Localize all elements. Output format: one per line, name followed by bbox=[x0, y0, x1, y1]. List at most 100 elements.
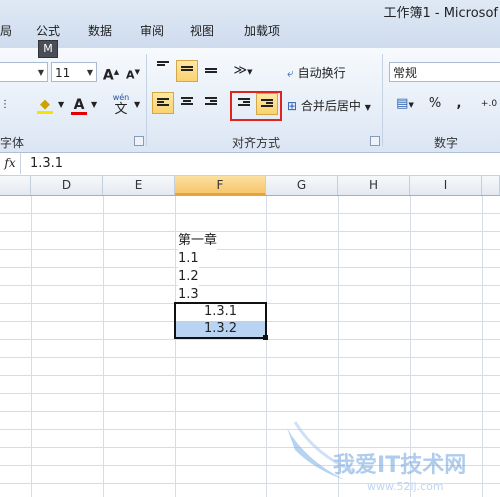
phonetic-char: 文 bbox=[114, 102, 128, 117]
fill-handle[interactable] bbox=[263, 335, 268, 340]
paint-bucket-icon: ◆ bbox=[40, 97, 50, 112]
keytip-badge: M bbox=[38, 40, 58, 58]
tab-review[interactable]: 审阅 bbox=[140, 22, 164, 39]
merge-center-label: 合并后居中 bbox=[300, 99, 361, 113]
font-name-combo[interactable]: ▼ bbox=[0, 62, 48, 82]
align-bottom-button[interactable] bbox=[200, 60, 222, 82]
gridline bbox=[266, 196, 267, 497]
column-header-d[interactable]: D bbox=[31, 176, 103, 195]
wrap-text-button[interactable]: ⤶ 自动换行 bbox=[287, 64, 346, 81]
watermark-url: www.52ij.com bbox=[367, 480, 444, 493]
borders-button[interactable]: ⋮ bbox=[0, 94, 16, 116]
font-color-button[interactable]: A bbox=[68, 94, 90, 116]
gridline bbox=[0, 213, 500, 214]
text-orientation-icon: ≫ bbox=[233, 63, 248, 78]
font-size-value: 11 bbox=[55, 66, 71, 80]
accounting-format-button[interactable]: ▤▼ bbox=[390, 93, 420, 115]
font-color-swatch bbox=[71, 112, 87, 115]
cell-f-chapter[interactable]: 第一章 bbox=[178, 232, 218, 250]
increase-decimal-button[interactable]: +.0 bbox=[478, 93, 500, 115]
gridline bbox=[0, 285, 500, 286]
align-top-button[interactable] bbox=[152, 60, 174, 82]
column-headers: D E F G H I bbox=[0, 176, 500, 196]
column-header-e[interactable]: E bbox=[103, 176, 175, 195]
ribbon-tab-bar: 局 公式 数据 审阅 视图 加载项 工作簿1 - Microsof bbox=[0, 0, 500, 48]
shrink-font-icon: A bbox=[126, 68, 135, 82]
align-right-button[interactable] bbox=[200, 92, 222, 114]
currency-icon: ▤ bbox=[396, 96, 409, 111]
gridline bbox=[31, 196, 32, 497]
chevron-down-icon: ▼ bbox=[86, 68, 93, 77]
align-middle-icon bbox=[181, 66, 193, 76]
comma-style-button[interactable]: , bbox=[448, 93, 470, 115]
align-center-button[interactable] bbox=[176, 92, 198, 114]
gridline bbox=[0, 267, 500, 268]
align-left-icon bbox=[157, 98, 169, 108]
orientation-button[interactable]: ≫▼ bbox=[232, 60, 254, 82]
chevron-down-icon[interactable]: ▼ bbox=[91, 100, 97, 109]
merge-center-button[interactable]: ⊞ 合并后居中 ▼ bbox=[287, 97, 371, 114]
font-color-icon: A bbox=[73, 97, 85, 113]
tab-page-layout[interactable]: 局 bbox=[0, 22, 12, 39]
grow-font-icon: A bbox=[102, 67, 114, 84]
align-top-icon bbox=[157, 61, 169, 71]
column-header-g[interactable]: G bbox=[266, 176, 338, 195]
percent-icon: % bbox=[428, 96, 442, 111]
column-header[interactable] bbox=[482, 176, 500, 195]
percent-style-button[interactable]: % bbox=[424, 93, 446, 115]
tab-addins[interactable]: 加载项 bbox=[244, 22, 280, 39]
increase-decimal-icon: +.0 bbox=[480, 99, 498, 109]
fill-color-button[interactable]: ◆ bbox=[34, 94, 56, 116]
phonetic-guide-button[interactable]: wén 文 bbox=[108, 92, 134, 120]
alignment-dialog-launcher[interactable] bbox=[370, 136, 380, 146]
gridline bbox=[175, 196, 176, 497]
group-separator bbox=[146, 54, 147, 146]
formula-input[interactable]: 1.3.1 bbox=[30, 156, 63, 171]
gridline bbox=[0, 249, 500, 250]
chevron-down-icon[interactable]: ▼ bbox=[134, 100, 140, 109]
grow-font-button[interactable]: A▲ bbox=[100, 61, 122, 84]
font-dialog-launcher[interactable] bbox=[134, 136, 144, 146]
shrink-font-button[interactable]: A▼ bbox=[122, 61, 144, 83]
tab-formulas[interactable]: 公式 bbox=[36, 22, 60, 39]
chevron-down-icon: ▼ bbox=[37, 68, 44, 77]
fx-icon: fx bbox=[4, 156, 16, 170]
selection-border bbox=[174, 302, 267, 339]
merge-cells-icon: ⊞ bbox=[287, 99, 298, 113]
align-bottom-icon bbox=[205, 68, 217, 78]
wrap-text-label: 自动换行 bbox=[297, 66, 346, 80]
column-header-h[interactable]: H bbox=[338, 176, 410, 195]
wrap-text-icon: ⤶ bbox=[287, 66, 294, 80]
gridline bbox=[0, 411, 500, 412]
column-header[interactable] bbox=[0, 176, 31, 195]
watermark-logo: 我爱IT技术网 www.52ij.com bbox=[287, 421, 466, 493]
gridline bbox=[0, 339, 500, 340]
watermark-text: 我爱IT技术网 bbox=[333, 453, 466, 478]
group-separator bbox=[382, 54, 383, 146]
align-middle-button[interactable] bbox=[176, 60, 198, 82]
gridline bbox=[0, 375, 500, 376]
insert-function-button[interactable]: fx bbox=[0, 153, 21, 174]
fill-color-swatch bbox=[37, 111, 53, 114]
number-group-label: 数字 bbox=[434, 136, 459, 150]
cell-f-1-2[interactable]: 1.2 bbox=[178, 268, 199, 286]
column-header-i[interactable]: I bbox=[410, 176, 482, 195]
number-format-value: 常规 bbox=[393, 66, 418, 80]
align-center-icon bbox=[181, 97, 193, 107]
font-size-combo[interactable]: 11 ▼ bbox=[51, 62, 97, 82]
number-format-combo[interactable]: 常规 bbox=[389, 62, 500, 82]
column-header-f[interactable]: F bbox=[175, 176, 266, 195]
chevron-down-icon[interactable]: ▼ bbox=[58, 100, 64, 109]
chevron-down-icon: ▼ bbox=[364, 103, 371, 112]
cell-f-1-1[interactable]: 1.1 bbox=[178, 250, 199, 268]
align-left-button[interactable] bbox=[152, 92, 174, 114]
tab-view[interactable]: 视图 bbox=[190, 22, 214, 39]
tab-data[interactable]: 数据 bbox=[88, 22, 112, 39]
border-icon: ⋮ bbox=[0, 99, 10, 110]
gridline bbox=[103, 196, 104, 497]
formula-bar: fx 1.3.1 bbox=[0, 153, 500, 176]
gridline bbox=[0, 393, 500, 394]
highlight-annotation-box bbox=[230, 91, 282, 121]
alignment-group-label: 对齐方式 bbox=[232, 136, 281, 150]
comma-icon: , bbox=[456, 96, 462, 111]
